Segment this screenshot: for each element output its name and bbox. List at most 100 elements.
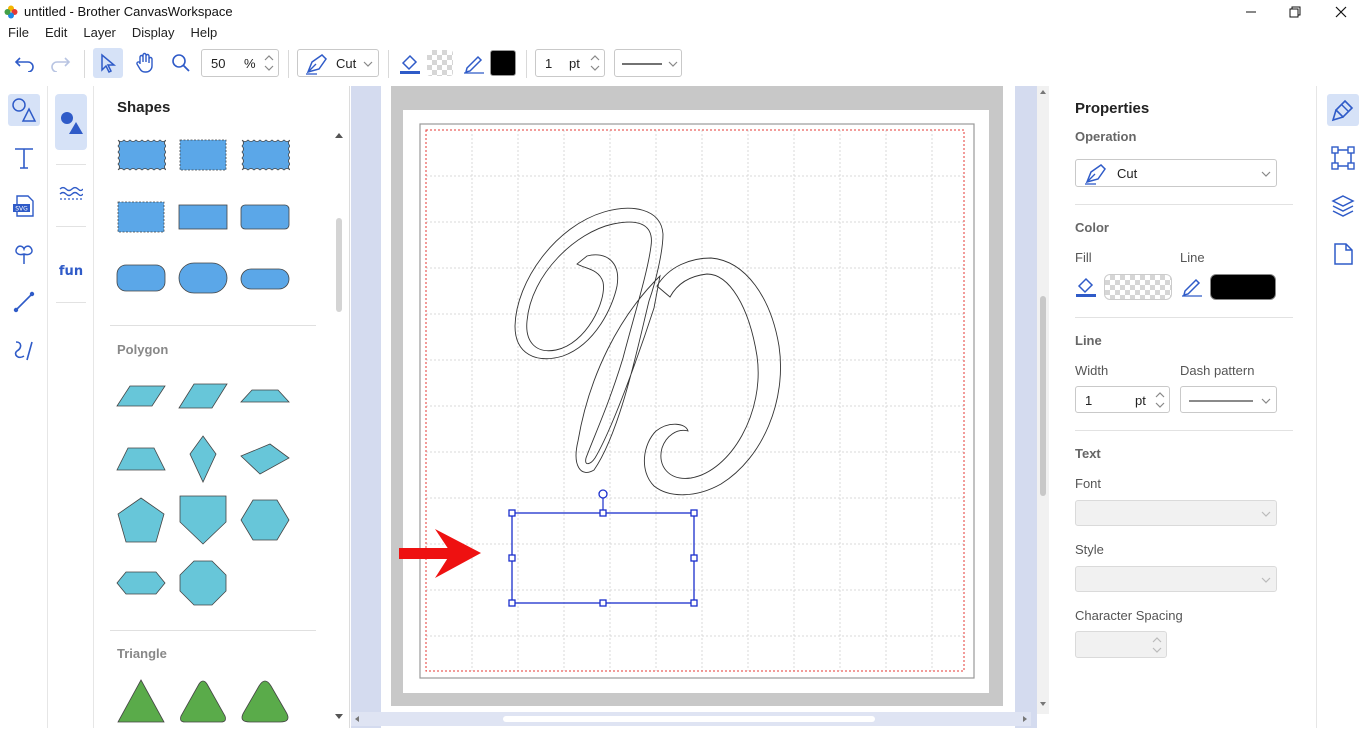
stamp-square-shape[interactable] [116,200,166,234]
close-button[interactable] [1318,0,1364,24]
fill-color-button[interactable] [396,48,424,78]
spacing-stepper-icon[interactable] [1150,633,1164,657]
resize-handle[interactable] [599,509,607,517]
chevron-down-icon [363,61,373,67]
scroll-up-icon[interactable] [335,133,343,138]
pentagon-shape[interactable] [116,496,166,544]
patterns-category-button[interactable] [8,238,40,270]
zoom-stepper-icon[interactable] [262,51,276,75]
rounded-rectangle-large-shape[interactable] [116,264,166,292]
borders-tab[interactable] [55,180,87,208]
stamp-rectangle-shape[interactable] [178,138,228,172]
canvas-drawing[interactable] [351,86,1037,728]
shield-pentagon-shape[interactable] [178,494,228,546]
scroll-up-icon[interactable] [1040,90,1046,94]
paint-bucket-icon[interactable] [1075,275,1097,297]
menu-display[interactable]: Display [124,24,183,42]
zoom-level-input[interactable]: 50 % [201,49,279,77]
design-canvas[interactable] [351,86,1037,728]
rectangle-shape[interactable] [178,204,228,230]
layers-tab[interactable] [1327,190,1359,222]
resize-handle[interactable] [690,509,698,517]
menu-help[interactable]: Help [183,24,226,42]
paint-bucket-icon [400,54,420,74]
menu-layer[interactable]: Layer [75,24,124,42]
properties-panel: Properties Operation Cut Color Fill Line… [1050,86,1316,728]
scrollbar-thumb[interactable] [336,218,342,312]
scrollbar-thumb[interactable] [1040,296,1046,496]
basic-shapes-tab[interactable] [55,94,87,150]
width-stepper-icon[interactable] [1153,388,1167,412]
kite-shape[interactable] [188,434,218,484]
parallelogram-shape[interactable] [116,384,166,408]
soft-triangle-shape[interactable] [240,678,290,724]
flat-hexagon-shape[interactable] [116,570,166,596]
line-width-field-unit: pt [1135,393,1146,408]
rounded-triangle-shape[interactable] [178,678,228,724]
scalloped-rectangle-2-shape[interactable] [240,138,290,172]
scroll-down-icon[interactable] [335,714,343,719]
resize-handle[interactable] [690,599,698,607]
triangle-shape[interactable] [116,678,166,724]
scrollbar-thumb[interactable] [503,716,875,722]
page-tab[interactable] [1327,238,1359,270]
shapes-category-button[interactable] [8,94,40,126]
resize-handle[interactable] [508,599,516,607]
operation-dropdown[interactable]: Cut [297,49,379,77]
line-color-swatch[interactable] [490,50,516,76]
shapes-panel-scrollbar[interactable] [332,128,346,728]
hexagon-shape[interactable] [240,498,290,542]
scroll-left-icon[interactable] [355,716,359,722]
dash-pattern-dropdown[interactable] [614,49,682,77]
scroll-right-icon[interactable] [1023,716,1027,722]
fill-swatch[interactable] [1104,274,1172,300]
resize-handle[interactable] [508,509,516,517]
trapezoid-flat-shape[interactable] [240,388,290,404]
line-width-field[interactable]: 1 pt [1075,386,1170,413]
resize-handle[interactable] [599,599,607,607]
hand-tool-button[interactable] [130,48,160,78]
style-select[interactable] [1075,566,1277,592]
operation-section-title: Operation [1075,129,1137,144]
fun-shapes-tab[interactable]: fun [55,256,87,284]
rounded-rectangle-shape[interactable] [240,204,290,230]
text-category-button[interactable] [8,142,40,174]
redo-button[interactable] [45,48,75,78]
font-select[interactable] [1075,500,1277,526]
parallelogram-tall-shape[interactable] [178,382,228,410]
line-width-input[interactable]: 1 pt [535,49,605,77]
menu-edit[interactable]: Edit [37,24,75,42]
properties-tab[interactable] [1327,94,1359,126]
pen-icon[interactable] [1181,275,1203,297]
menu-file[interactable]: File [0,24,37,42]
trapezoid-shape[interactable] [116,446,166,472]
scalloped-rectangle-shape[interactable] [116,138,166,172]
octagon-shape[interactable] [178,559,228,607]
canvas-vertical-scrollbar[interactable] [1037,86,1049,714]
capsule-shape[interactable] [240,268,290,290]
resize-handle[interactable] [508,554,516,562]
line-tool-button[interactable] [8,286,40,318]
zoom-tool-button[interactable] [166,48,196,78]
canvas-horizontal-scrollbar[interactable] [351,712,1031,726]
line-width-stepper-icon[interactable] [588,51,602,75]
character-spacing-field[interactable] [1075,631,1167,658]
line-color-swatch[interactable] [1210,274,1276,300]
undo-button[interactable] [10,48,40,78]
operation-select[interactable]: Cut [1075,159,1277,187]
fill-color-swatch[interactable] [427,50,453,76]
diamond-shape[interactable] [240,442,290,476]
transform-tab[interactable] [1327,142,1359,174]
rotate-handle[interactable] [598,489,608,499]
resize-handle[interactable] [690,554,698,562]
svg-import-button[interactable]: SVG [8,190,40,222]
select-tool-button[interactable] [93,48,123,78]
pill-shape[interactable] [178,262,228,294]
dash-pattern-select[interactable] [1180,386,1277,413]
svg-text:fun: fun [59,264,83,279]
freehand-tool-button[interactable] [8,334,40,366]
restore-button[interactable] [1272,0,1318,24]
scroll-down-icon[interactable] [1040,702,1046,706]
minimize-button[interactable] [1228,0,1274,24]
line-color-button[interactable] [460,48,488,78]
